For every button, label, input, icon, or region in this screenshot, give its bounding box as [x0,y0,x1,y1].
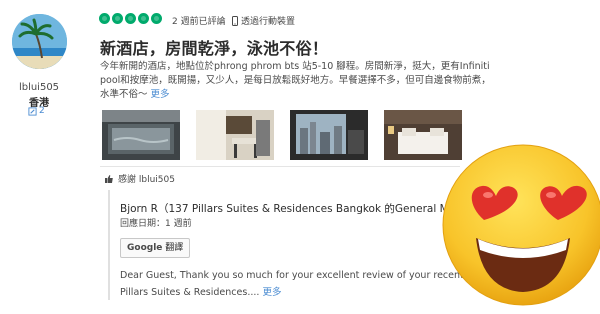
more-link[interactable]: 更多 [151,89,170,100]
rating-bubble [125,13,136,24]
pencil-icon [28,106,37,116]
avatar[interactable] [12,14,67,69]
google-label: Google [127,243,163,253]
mobile-indicator: 透過行動裝置 [232,14,295,27]
reviewer-name[interactable]: lblui505 [0,82,78,93]
kitchen-photo [196,110,274,160]
review-photo-pool[interactable] [102,110,180,160]
contribution-count-value: 2 [39,106,45,116]
city-view-photo [290,110,368,160]
thank-button[interactable]: 感謝 lblui505 [104,172,175,185]
pool-photo [102,110,180,160]
rating-bubble [112,13,123,24]
review-body: 今年新開的酒店，地點位於phrong phrom bts 站5-10 腳程。房間… [100,60,492,102]
heart-eyes-emoji [438,140,600,310]
contribution-count: 2 [28,106,45,116]
thumbs-up-icon [105,174,113,183]
mobile-indicator-label: 透過行動裝置 [241,17,296,27]
translate-label: 翻譯 [165,243,184,253]
response-text-line-2: Pillars Suites & Residences.... 更多 [120,284,281,298]
phone-icon [232,15,238,26]
response-text-line-2-text: Pillars Suites & Residences.... [120,287,260,298]
rating-bubble [138,13,149,24]
response-date: 回應日期：1 週前 [120,219,192,229]
review-photo-view[interactable] [290,110,368,160]
response-more-link[interactable]: 更多 [262,287,281,298]
thank-button-label: 感謝 lblui505 [118,175,175,185]
review-title[interactable]: 新酒店，房間乾淨，泳池不俗！ [100,35,328,59]
review-date: 2 週前已評論 [172,17,226,27]
google-translate-button[interactable]: Google 翻譯 [120,238,191,258]
review-photo-kitchen[interactable] [196,110,274,160]
bubble-rating [99,13,162,24]
response-text-line-1: Dear Guest, Thank you so much for your e… [120,270,487,281]
response-bar [108,190,110,300]
avatar-image [12,14,67,69]
heart-eyes-emoji-graphic [442,144,600,306]
rating-bubble [99,13,110,24]
divider [100,166,460,167]
rating-bubble [151,13,162,24]
